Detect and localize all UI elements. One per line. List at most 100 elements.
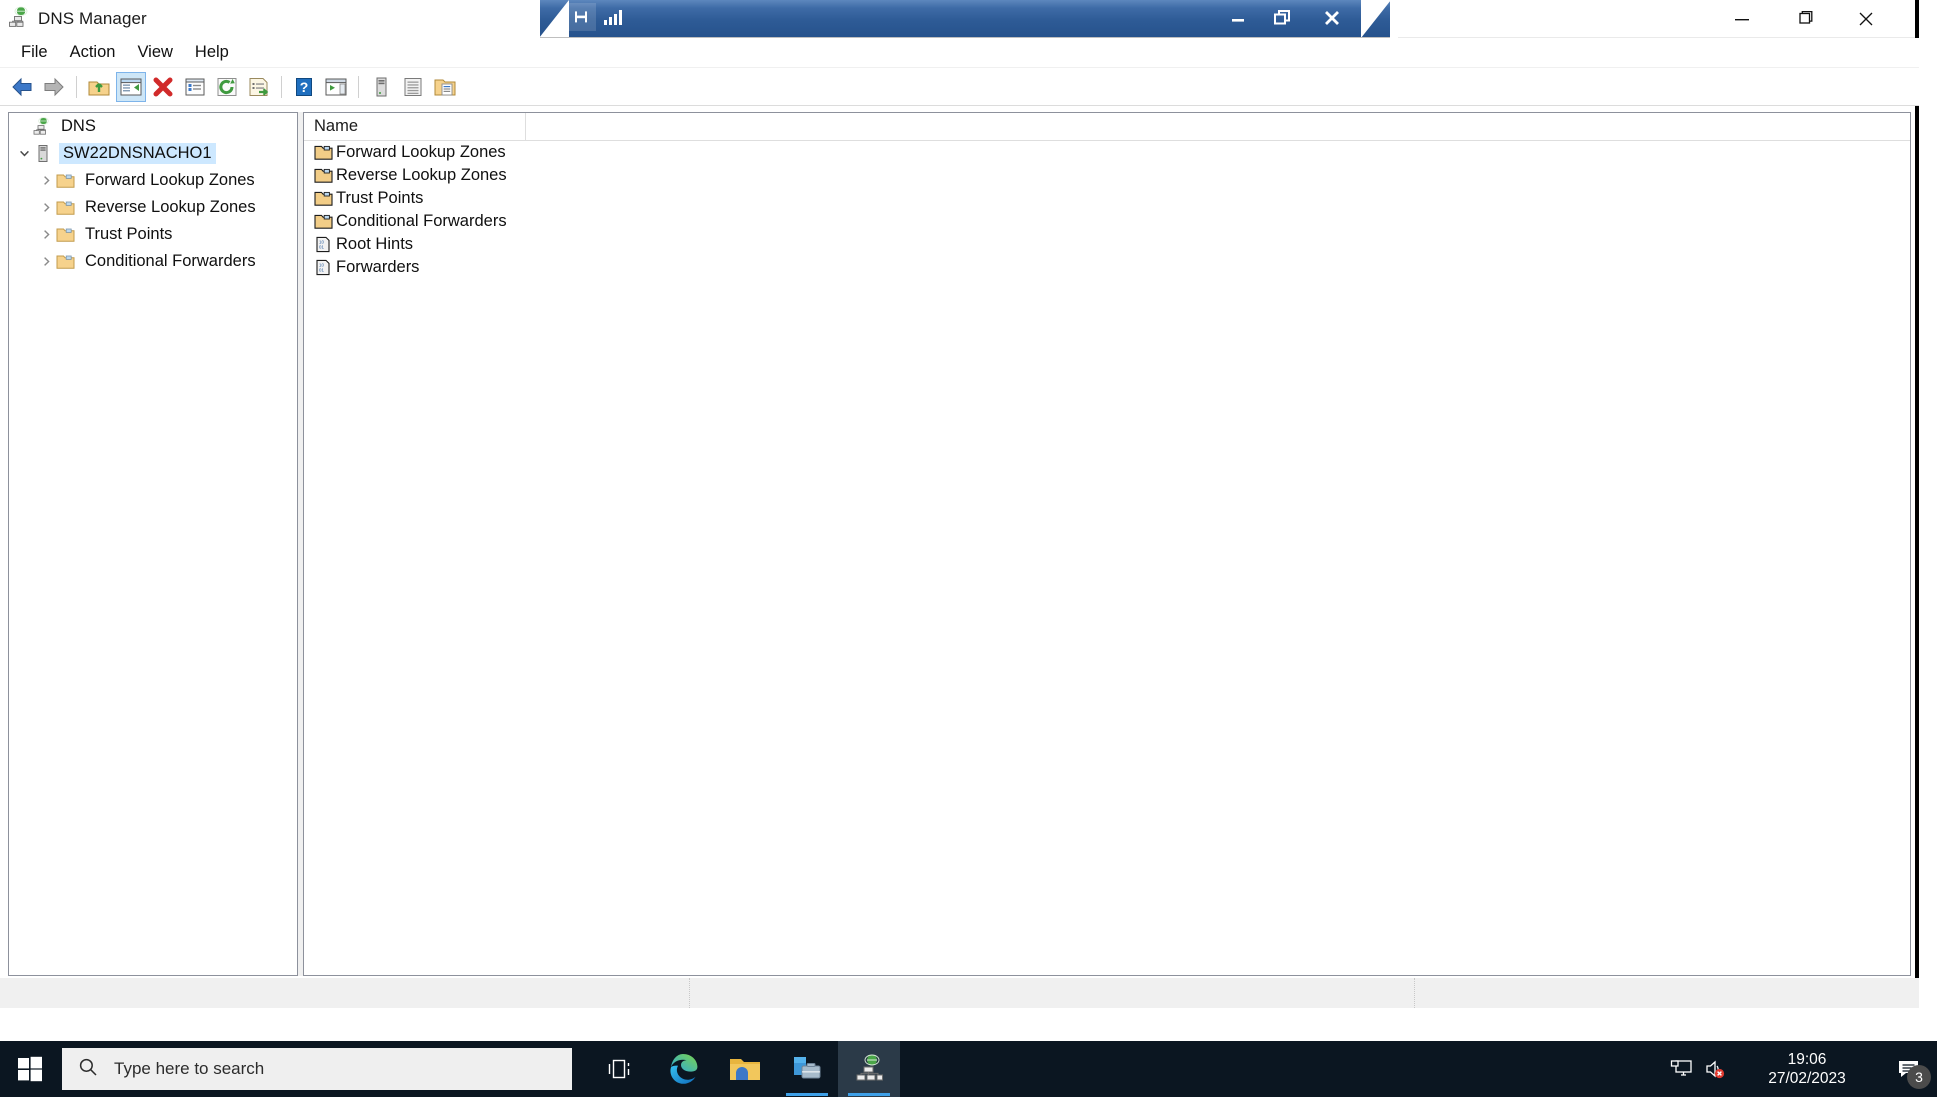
connection-quality-icon — [604, 9, 622, 25]
status-cell-1 — [0, 978, 690, 1008]
windows-start-icon[interactable] — [0, 1041, 60, 1097]
tree-node-label: SW22DNSNACHO1 — [59, 143, 216, 164]
taskbar-microsoft-edge[interactable] — [652, 1041, 714, 1097]
clock-date: 27/02/2023 — [1768, 1070, 1846, 1087]
tree-node-trust-points[interactable]: Trust Points — [9, 221, 297, 248]
list-item[interactable]: Reverse Lookup Zones — [304, 164, 1910, 187]
search-placeholder: Type here to search — [114, 1059, 265, 1078]
up-one-level-button[interactable] — [84, 72, 114, 102]
content-area: DNS SW22DNSNACHO1 Forward Lookup Zones R… — [8, 112, 1911, 976]
menubar: File Action View Help — [0, 38, 1919, 68]
toolbar: ? — [0, 68, 1919, 106]
toolbar-separator — [281, 75, 282, 98]
menu-action[interactable]: Action — [59, 40, 127, 65]
tree-node-server[interactable]: SW22DNSNACHO1 — [9, 140, 297, 167]
tree-node-conditional-forwarders[interactable]: Conditional Forwarders — [9, 248, 297, 275]
rdp-restore-button[interactable] — [1260, 0, 1304, 36]
rdp-close-button[interactable] — [1310, 0, 1354, 36]
dns-root-icon — [31, 117, 51, 137]
screen: DNS Manager File Action View Help ? DNS … — [0, 0, 1937, 1097]
list-item-label: Trust Points — [336, 189, 424, 207]
help-button[interactable]: ? — [289, 72, 319, 102]
list-item-label: Reverse Lookup Zones — [336, 166, 507, 184]
list-item-label: Forwarders — [336, 258, 420, 276]
show-action-pane-button[interactable] — [321, 72, 351, 102]
chevron-right-icon[interactable] — [37, 229, 55, 240]
tree-node-label: Forward Lookup Zones — [85, 171, 255, 189]
system-tray: 19:06 27/02/2023 3 — [1665, 1041, 1937, 1097]
tree-node-label: Reverse Lookup Zones — [85, 198, 256, 216]
tree-node-forward-lookup-zones[interactable]: Forward Lookup Zones — [9, 167, 297, 194]
toolbar-separator — [358, 75, 359, 98]
chevron-right-icon[interactable] — [37, 256, 55, 267]
forward-button[interactable] — [39, 72, 69, 102]
new-zone-button[interactable] — [430, 72, 460, 102]
search-input[interactable]: Type here to search — [62, 1048, 572, 1090]
column-header-name[interactable]: Name — [304, 113, 526, 140]
tree-node-label: DNS — [61, 117, 96, 135]
list-item-label: Forward Lookup Zones — [336, 143, 506, 161]
folder-icon — [313, 143, 333, 162]
server-tower-icon-button[interactable] — [366, 72, 396, 102]
folder-icon — [55, 171, 75, 191]
folder-icon — [313, 212, 333, 231]
taskbar: Type here to search 19:06 27/02/2023 3 — [0, 1041, 1937, 1097]
chevron-down-icon[interactable] — [15, 148, 33, 159]
svg-text:?: ? — [300, 79, 309, 95]
chevron-right-icon[interactable] — [37, 202, 55, 213]
svg-text:01: 01 — [319, 244, 324, 249]
remote-display-icon[interactable] — [1665, 1041, 1699, 1097]
list-item[interactable]: Trust Points — [304, 187, 1910, 210]
task-view-button[interactable] — [590, 1041, 652, 1097]
delete-button[interactable] — [148, 72, 178, 102]
list-item-label: Conditional Forwarders — [336, 212, 507, 230]
status-cell-3 — [1415, 978, 1919, 1008]
list-item[interactable]: Forward Lookup Zones — [304, 141, 1910, 164]
pushpin-icon[interactable] — [568, 3, 596, 31]
rdp-connection-bar — [540, 0, 1390, 37]
tree-node-label: Trust Points — [85, 225, 173, 243]
tree-node-reverse-lookup-zones[interactable]: Reverse Lookup Zones — [9, 194, 297, 221]
folder-icon — [313, 189, 333, 208]
list-item-label: Root Hints — [336, 235, 414, 253]
server-tower-icon — [33, 144, 53, 164]
list-item[interactable]: Conditional Forwarders — [304, 210, 1910, 233]
list-item[interactable]: 10 01 Root Hints — [304, 233, 1910, 256]
folder-icon — [55, 252, 75, 272]
menu-help[interactable]: Help — [184, 40, 240, 65]
folder-icon — [313, 166, 333, 185]
list-column-header: Name — [304, 113, 1910, 141]
clock[interactable]: 19:06 27/02/2023 — [1733, 1041, 1881, 1097]
show-hide-console-tree-button[interactable] — [116, 71, 146, 102]
taskbar-dns-manager[interactable] — [838, 1041, 900, 1097]
dns-manager-window: DNS Manager File Action View Help ? DNS … — [0, 0, 1919, 1008]
taskbar-file-explorer[interactable] — [714, 1041, 776, 1097]
list-item[interactable]: 10 01 Forwarders — [304, 256, 1910, 279]
svg-text:01: 01 — [319, 267, 324, 272]
record-document-icon: 10 01 — [313, 235, 333, 254]
menu-file[interactable]: File — [10, 40, 59, 65]
notification-badge: 3 — [1907, 1065, 1931, 1089]
search-icon — [78, 1057, 98, 1082]
clock-time: 19:06 — [1787, 1051, 1827, 1068]
tree-node-label: Conditional Forwarders — [85, 252, 256, 270]
toolbar-separator — [76, 75, 77, 98]
back-button[interactable] — [7, 72, 37, 102]
refresh-button[interactable] — [212, 72, 242, 102]
properties-button[interactable] — [180, 72, 210, 102]
app-title: DNS Manager — [38, 9, 147, 28]
details-list-pane[interactable]: Name Forward Lookup Zones Reverse Lookup… — [303, 112, 1911, 976]
rdp-minimize-button[interactable] — [1216, 0, 1260, 36]
status-cell-2 — [690, 978, 1415, 1008]
notification-icon[interactable]: 3 — [1881, 1041, 1937, 1097]
tree-node-dns[interactable]: DNS — [9, 113, 297, 140]
menu-view[interactable]: View — [126, 40, 183, 65]
record-document-icon: 10 01 — [313, 258, 333, 277]
taskbar-server-manager[interactable] — [776, 1041, 838, 1097]
export-list-button[interactable] — [244, 72, 274, 102]
folder-icon — [55, 198, 75, 218]
console-tree-pane[interactable]: DNS SW22DNSNACHO1 Forward Lookup Zones R… — [8, 112, 298, 976]
speaker-muted-icon[interactable] — [1699, 1041, 1733, 1097]
chevron-right-icon[interactable] — [37, 175, 55, 186]
event-log-button[interactable] — [398, 72, 428, 102]
